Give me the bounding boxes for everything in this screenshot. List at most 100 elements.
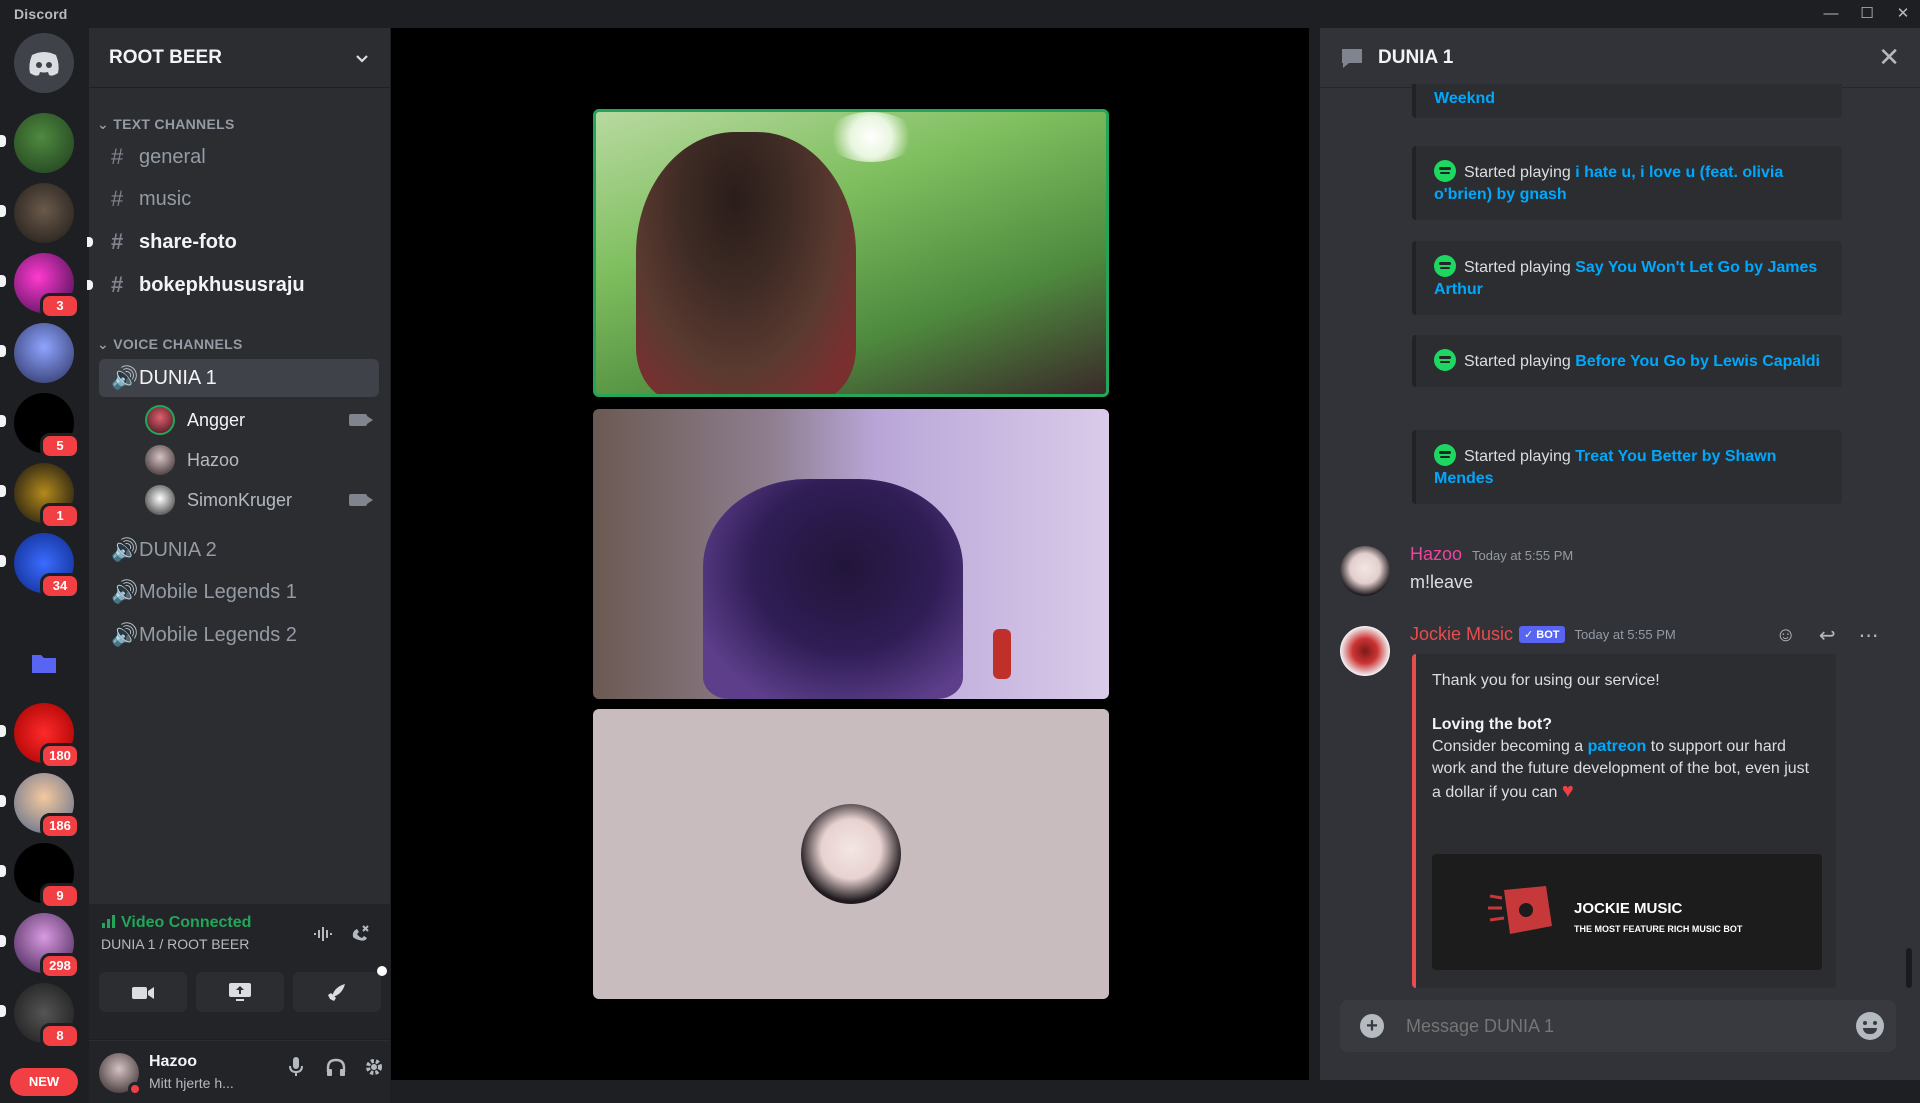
bot-tag: ✓ BOT [1519, 626, 1565, 643]
emoji-picker-icon[interactable] [1856, 1012, 1884, 1040]
category-text-channels[interactable]: ⌄ TEXT CHANNELS [97, 116, 235, 133]
speaker-icon: 🔊 [111, 579, 139, 604]
attach-plus-icon[interactable]: + [1360, 1014, 1384, 1038]
user-avatar[interactable] [99, 1053, 142, 1096]
voice-status[interactable]: Video Connected [101, 914, 251, 932]
more-options-icon[interactable]: ⋯ [1859, 623, 1879, 648]
unread-badge: 1 [40, 503, 80, 529]
voice-channel-dunia-1[interactable]: 🔊 DUNIA 1 [99, 359, 379, 397]
discord-logo-icon [29, 52, 59, 76]
bot-embed: Thank you for using our service! Loving … [1412, 654, 1836, 988]
hash-icon: # [111, 229, 124, 254]
user-settings-button[interactable] [357, 1055, 391, 1089]
server-icon[interactable]: 5 [0, 393, 80, 459]
channel-bokepkhususraju[interactable]: # bokepkhususraju [87, 266, 379, 304]
avatar [145, 405, 175, 435]
unread-badge: 3 [40, 293, 80, 319]
video-stage [391, 28, 1309, 1080]
message-author[interactable]: Jockie Music [1410, 624, 1513, 645]
unread-indicator [87, 237, 93, 247]
spotify-icon [1434, 444, 1456, 466]
song-link[interactable]: Before You Go by Lewis Capaldi [1575, 353, 1820, 370]
unread-badge: 186 [40, 813, 80, 839]
server-icon[interactable]: 1 [0, 463, 80, 529]
message-author[interactable]: Hazoo [1410, 544, 1462, 564]
noise-suppression-button[interactable] [307, 920, 341, 954]
signal-icon [102, 915, 115, 928]
unread-badge: 180 [40, 743, 80, 769]
screen-share-button[interactable] [196, 972, 284, 1012]
maximize-button[interactable]: ☐ [1850, 2, 1884, 26]
voice-channel-dunia-2[interactable]: 🔊 DUNIA 2 [99, 531, 379, 569]
add-reaction-icon[interactable]: ☺ [1775, 624, 1795, 647]
close-window-button[interactable]: ✕ [1886, 2, 1920, 26]
unread-badge: 298 [40, 953, 80, 979]
server-icon[interactable]: 8 [0, 983, 80, 1049]
video-tile-angger[interactable] [593, 109, 1109, 397]
camera-button[interactable] [99, 972, 187, 1012]
server-icon[interactable] [0, 183, 74, 243]
voice-member-hazoo[interactable]: Hazoo [145, 442, 375, 478]
participant-video [636, 132, 856, 394]
voice-member-simonkruger[interactable]: SimonKruger [145, 482, 375, 518]
close-chat-button[interactable]: ✕ [1878, 42, 1900, 73]
new-activity-dot [377, 966, 387, 976]
ceiling-light [826, 112, 916, 162]
speaker-icon: 🔊 [111, 622, 139, 647]
server-icon[interactable]: 34 [0, 533, 80, 599]
spotify-icon [1434, 349, 1456, 371]
voice-member-angger[interactable]: Angger [145, 402, 375, 438]
deafen-button[interactable] [319, 1055, 353, 1089]
server-icon[interactable]: 9 [0, 843, 80, 909]
server-icon[interactable] [0, 113, 74, 173]
new-servers-pill[interactable]: NEW [10, 1068, 78, 1096]
server-icon[interactable] [0, 323, 74, 383]
channel-music[interactable]: # music [99, 180, 379, 218]
phone-hangup-icon [352, 925, 369, 941]
activities-button[interactable] [293, 966, 387, 1012]
server-icon[interactable]: 3 [0, 253, 80, 319]
reply-icon[interactable]: ↩ [1819, 623, 1836, 648]
chat-title: DUNIA 1 [1378, 46, 1454, 68]
camera-on-icon [349, 494, 373, 506]
song-link[interactable]: Weeknd [1434, 90, 1495, 107]
waveform-icon [314, 927, 332, 941]
channel-share-foto[interactable]: # share-foto [87, 223, 379, 261]
embed-banner-image[interactable]: JOCKIE MUSIC THE MOST FEATURE RICH MUSIC… [1432, 854, 1822, 970]
guild-header[interactable]: ROOT BEER [89, 28, 390, 88]
voice-channel-mobile-legends-2[interactable]: 🔊 Mobile Legends 2 [99, 616, 379, 654]
category-voice-channels[interactable]: ⌄ VOICE CHANNELS [97, 336, 243, 353]
server-icon[interactable]: 180 [0, 703, 80, 769]
server-folder[interactable] [14, 633, 74, 693]
minimize-button[interactable]: — [1814, 2, 1848, 26]
server-rail: 3 5 1 34 180 186 9 298 8 NEW [0, 28, 88, 1096]
rocket-icon [328, 984, 345, 1001]
mute-button[interactable] [279, 1055, 313, 1089]
dnd-status-icon [128, 1082, 142, 1096]
unread-indicator [87, 280, 93, 290]
embed-body: Consider becoming a patreon to support o… [1432, 738, 1810, 802]
unread-badge: 9 [40, 883, 80, 909]
video-tile-hazoo[interactable] [593, 709, 1109, 999]
home-button[interactable] [14, 33, 74, 93]
message-input[interactable] [1406, 1012, 1826, 1040]
chat-scrollbar[interactable] [1906, 948, 1912, 988]
speaker-icon: 🔊 [111, 537, 139, 562]
server-icon[interactable]: 298 [0, 913, 80, 979]
participant-avatar [801, 804, 901, 904]
patreon-link[interactable]: patreon [1588, 738, 1647, 755]
disconnect-button[interactable] [343, 920, 377, 954]
channel-sidebar: ROOT BEER ⌄ TEXT CHANNELS # general # musi… [87, 28, 390, 1103]
channel-general[interactable]: # general [99, 138, 379, 176]
server-icon[interactable]: 186 [0, 773, 80, 839]
voice-location[interactable]: DUNIA 1 / ROOT BEER [101, 936, 249, 952]
banner-subtitle: THE MOST FEATURE RICH MUSIC BOT [1574, 924, 1743, 934]
bot-avatar[interactable] [1340, 626, 1390, 676]
video-tile-simonkruger[interactable] [593, 409, 1109, 699]
embed-line: Thank you for using our service! [1432, 672, 1660, 689]
message-composer: + [1340, 1000, 1896, 1052]
avatar[interactable] [1340, 546, 1390, 596]
username[interactable]: Hazoo [149, 1053, 197, 1071]
voice-channel-mobile-legends-1[interactable]: 🔊 Mobile Legends 1 [99, 573, 379, 611]
message-timestamp: Today at 5:55 PM [1574, 627, 1676, 642]
